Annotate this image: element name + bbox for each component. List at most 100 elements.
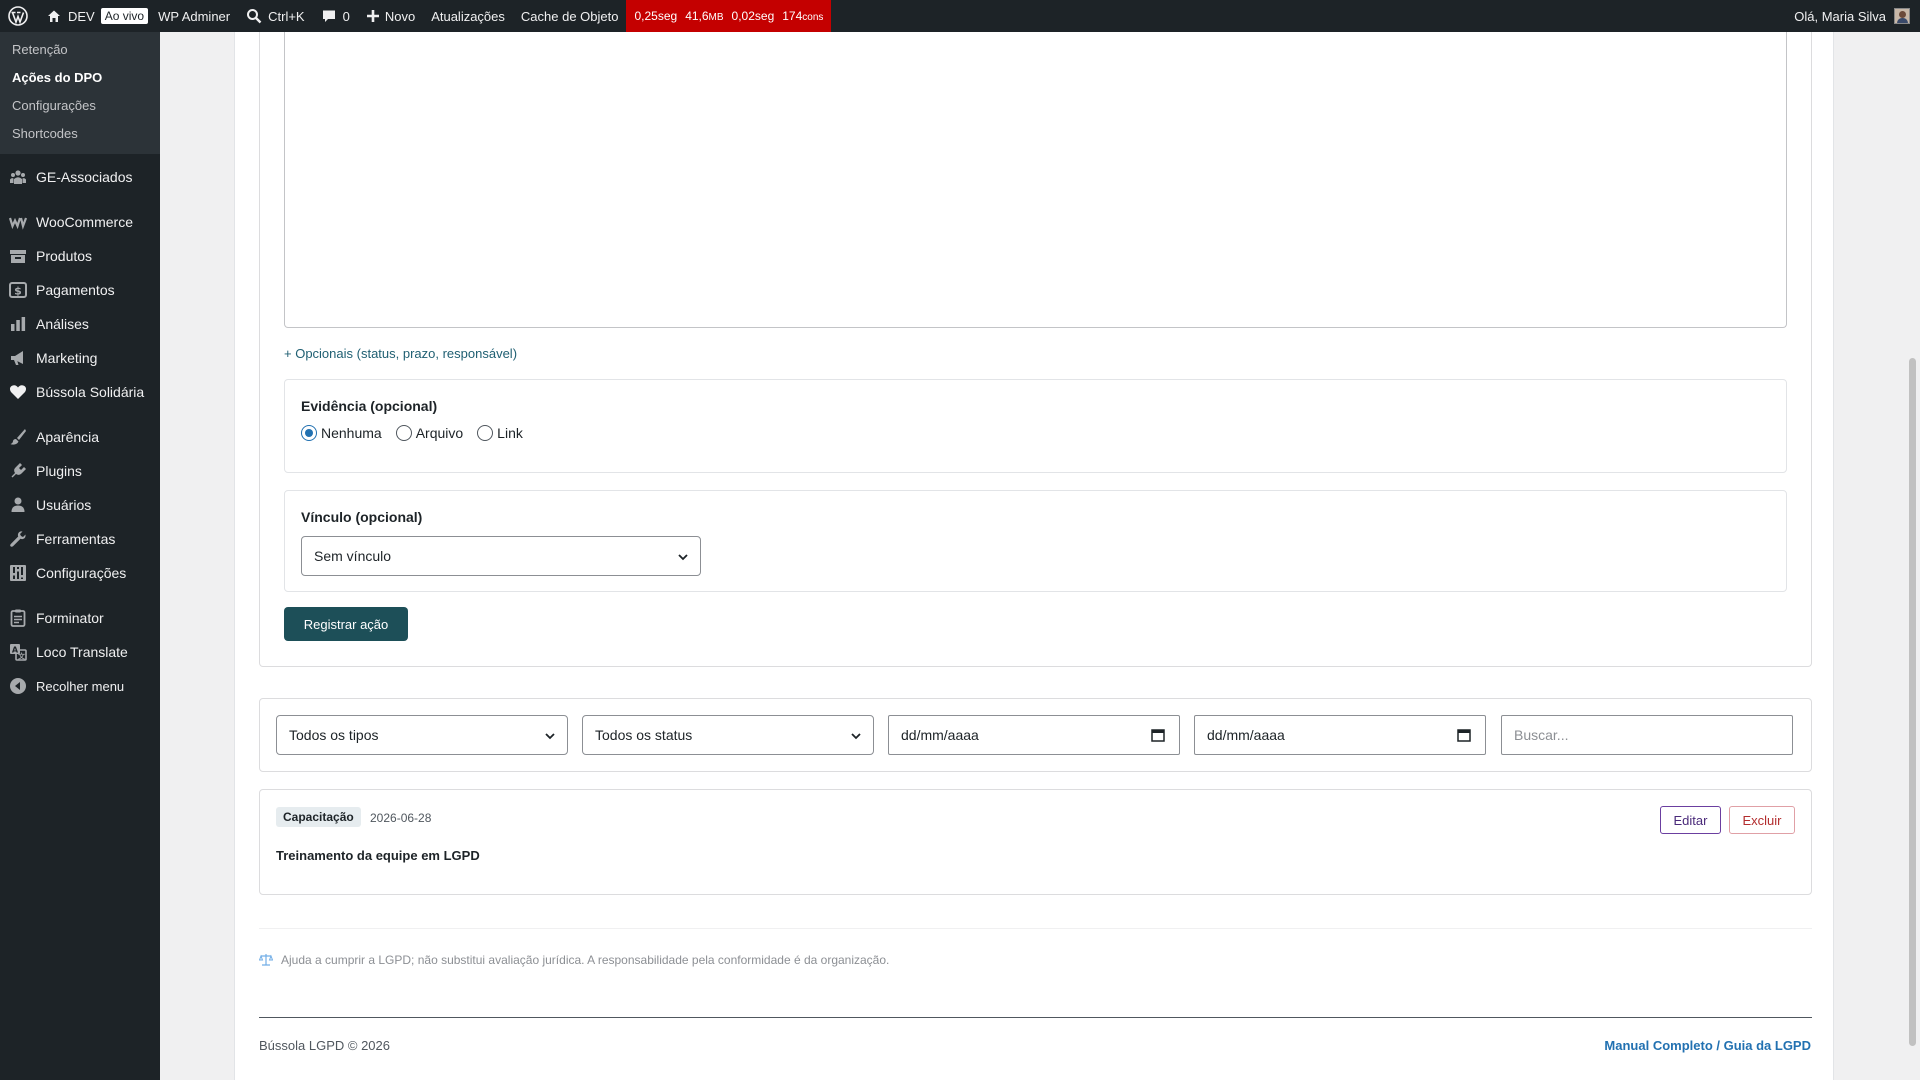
optional-fields-toggle[interactable]: + Opcionais (status, prazo, responsável) [284,346,517,361]
command-palette-button[interactable]: Ctrl+K [238,0,312,32]
sidebar-item-bussola-solidaria[interactable]: Bússola Solidária [0,375,160,409]
calendar-icon[interactable] [1457,728,1471,742]
user-icon [8,495,28,515]
updates-link[interactable]: Atualizações [423,0,513,32]
sidebar-item-aparencia[interactable]: Aparência [0,420,160,454]
entry-date: 2026-06-28 [370,811,432,825]
status-filter-select[interactable]: Todos os status [582,715,874,755]
sidebar-item-marketing[interactable]: Marketing [0,341,160,375]
radio-unchecked[interactable] [477,425,494,441]
perf-time: 0,25seg [634,9,678,23]
plugin-icon [8,461,28,481]
perf-query-time: 0,02seg [731,9,775,23]
category-badge: Capacitação [276,807,361,827]
evidence-option-nenhuma[interactable]: Nenhuma [301,425,382,441]
evidence-radio-group: Nenhuma Arquivo Link [301,425,537,441]
divider [259,928,1812,929]
radio-label: Nenhuma [321,425,382,441]
link-label: Vínculo (opcional) [301,509,423,525]
date-from-input[interactable]: dd/mm/aaaa [888,715,1180,755]
live-badge: Ao vivo [100,8,149,24]
link-select[interactable]: Sem vínculo [301,536,701,576]
delete-button[interactable]: Excluir [1729,806,1795,834]
filters-bar: Todos os tipos Todos os status dd/mm/aaa… [259,698,1812,772]
groups-icon [8,167,28,187]
sidebar-item-label: Ferramentas [36,531,116,547]
archive-icon [8,246,28,266]
sidebar-item-ferramentas[interactable]: Ferramentas [0,522,160,556]
page-scrollbar[interactable] [1905,32,1920,1080]
sidebar-item-label: Análises [36,316,89,332]
sidebar-item-label: WooCommerce [36,214,133,230]
radio-unchecked[interactable] [395,425,412,441]
date-to-input[interactable]: dd/mm/aaaa [1194,715,1486,755]
sidebar-item-analises[interactable]: Análises [0,307,160,341]
wrench-icon [8,529,28,549]
woocommerce-icon [8,212,28,232]
description-textarea[interactable] [284,32,1787,328]
evidence-option-link[interactable]: Link [477,425,523,441]
submenu-item-shortcodes[interactable]: Shortcodes [0,120,160,148]
plus-icon [366,10,379,22]
collapse-menu-button[interactable]: Recolher menu [0,669,160,703]
disclaimer: Ajuda a cumprir a LGPD; não substitui av… [259,953,889,967]
sidebar-item-label: Plugins [36,463,82,479]
type-filter-value: Todos os tipos [289,727,379,743]
evidence-section: Evidência (opcional) Nenhuma Arquivo Lin… [284,379,1787,473]
comments-count: 0 [342,8,350,24]
search-placeholder: Buscar... [1514,727,1569,743]
sidebar-item-pagamentos[interactable]: $ Pagamentos [0,273,160,307]
menu-separator [0,409,160,420]
submenu-item-configuracoes[interactable]: Configurações [0,92,160,120]
translate-icon: A文 [8,642,28,662]
payments-icon: $ [8,280,28,300]
site-name-menu[interactable]: DEV [38,0,103,32]
radio-checked[interactable] [301,425,317,441]
type-filter-select[interactable]: Todos os tipos [276,715,568,755]
svg-text:$: $ [14,285,22,298]
scales-icon [259,954,273,966]
main-content: + Opcionais (status, prazo, responsável)… [234,32,1834,1080]
wp-adminer-link[interactable]: WP Adminer [150,0,238,32]
chart-bar-icon [8,314,28,334]
comments-link[interactable]: 0 [313,0,358,32]
sidebar-item-ge-associados[interactable]: GE-Associados [0,160,160,194]
sidebar-item-forminator[interactable]: Forminator [0,601,160,635]
footer-divider [259,1017,1812,1018]
list-item: Capacitação 2026-06-28 Treinamento da eq… [259,789,1812,895]
search-input[interactable]: Buscar... [1501,715,1793,755]
chevron-down-icon [545,733,555,740]
sidebar-item-configuracoes[interactable]: Configurações [0,556,160,590]
perf-queries-value: 174 [782,9,803,23]
sidebar-item-loco-translate[interactable]: A文 Loco Translate [0,635,160,669]
manual-link[interactable]: Manual Completo / Guia da LGPD [1604,1038,1811,1053]
new-content-menu[interactable]: Novo [358,0,423,32]
calendar-icon[interactable] [1151,728,1165,742]
megaphone-icon [8,348,28,368]
perf-queries: 174cons [782,9,823,23]
submenu-item-retencao[interactable]: Retenção [0,36,160,64]
comment-icon [322,10,335,22]
object-cache-link[interactable]: Cache de Objeto [513,0,627,32]
account-menu[interactable]: Olá, Maria Silva [1786,0,1886,32]
menu-separator [0,194,160,205]
perf-memory-unit: MB [708,12,724,23]
link-select-value: Sem vínculo [314,548,392,564]
sidebar-item-produtos[interactable]: Produtos [0,239,160,273]
evidence-option-arquivo[interactable]: Arquivo [395,425,463,441]
edit-button[interactable]: Editar [1660,806,1721,834]
entry-title: Treinamento da equipe em LGPD [276,848,480,863]
submenu-item-acoes-dpo[interactable]: Ações do DPO [0,64,160,92]
date-from-placeholder: dd/mm/aaaa [901,727,979,743]
scrollbar-thumb[interactable] [1909,358,1916,1046]
wordpress-logo-icon[interactable] [0,0,38,32]
chevron-down-icon [678,554,688,561]
disclaimer-text: Ajuda a cumprir a LGPD; não substitui av… [281,953,890,967]
sidebar-item-woocommerce[interactable]: WooCommerce [0,205,160,239]
sidebar-item-usuarios[interactable]: Usuários [0,488,160,522]
sidebar-item-plugins[interactable]: Plugins [0,454,160,488]
query-monitor-panel[interactable]: 0,25seg 41,6MB 0,02seg 174cons [626,0,832,32]
svg-text:文: 文 [18,651,26,660]
avatar[interactable] [1894,8,1910,24]
register-action-button[interactable]: Registrar ação [284,607,408,641]
